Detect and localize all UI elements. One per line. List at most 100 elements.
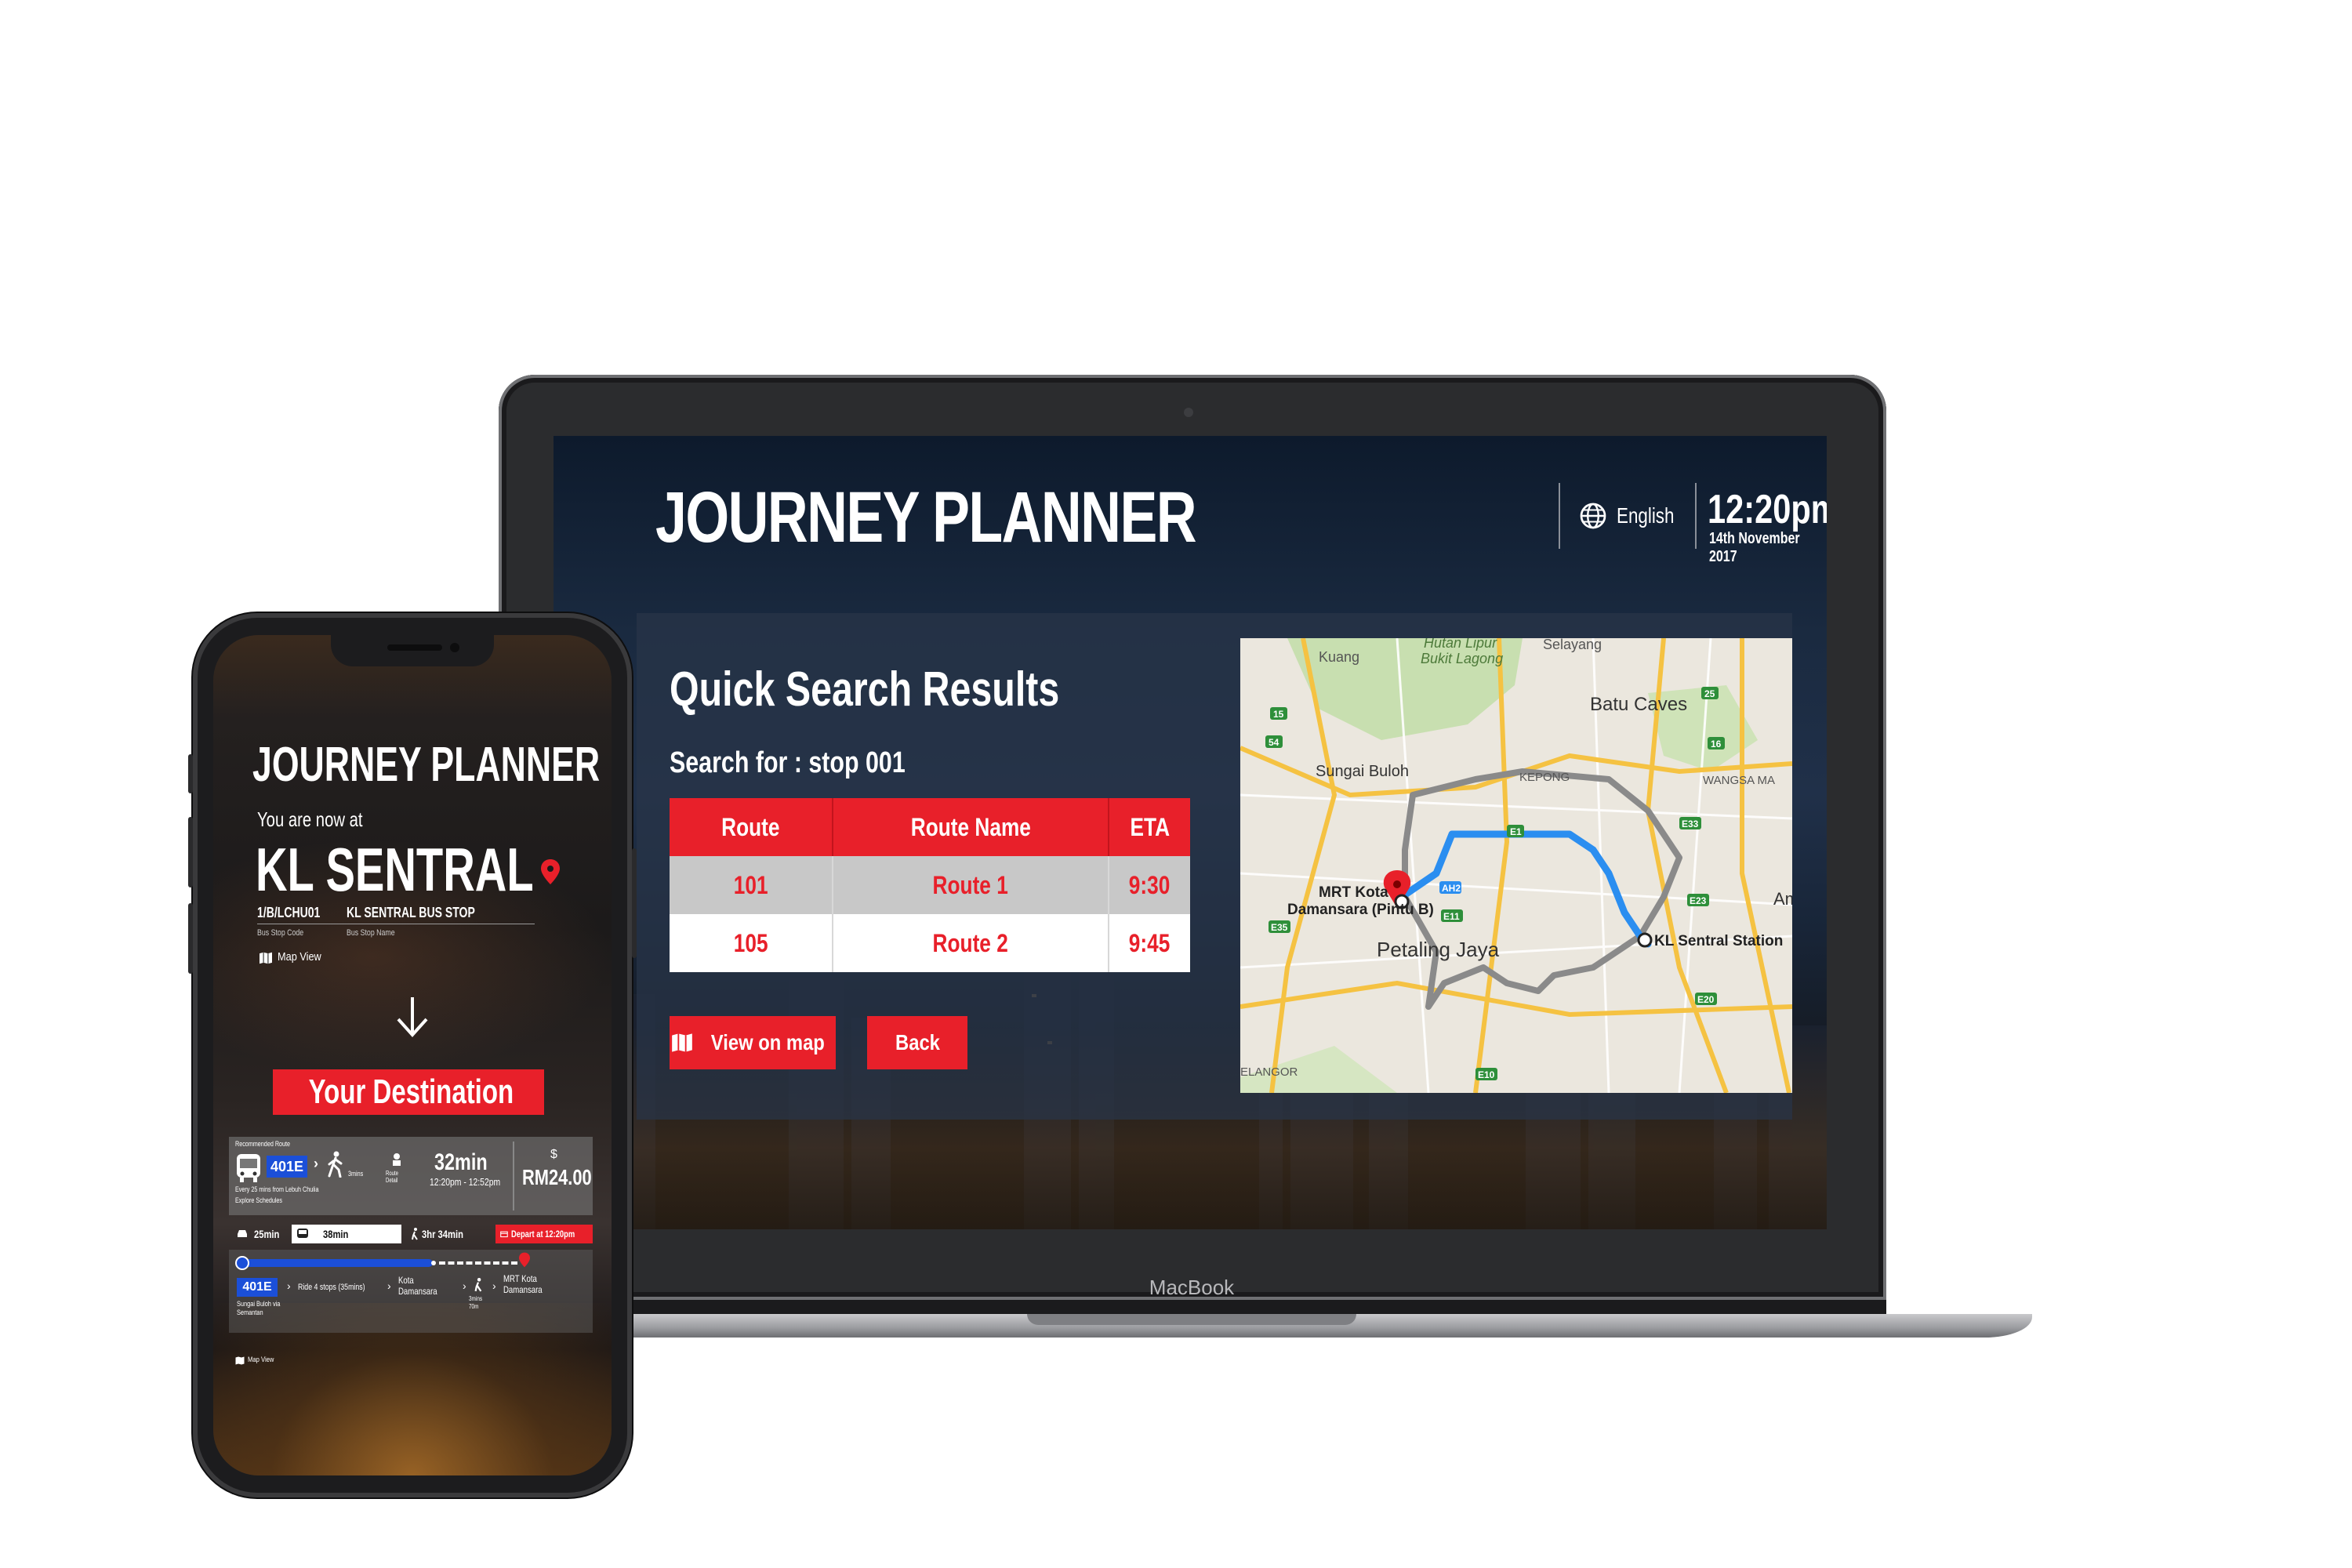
view-on-map-label: View on map xyxy=(710,1030,825,1054)
phone-side-button xyxy=(188,817,193,887)
road-shield: 16 xyxy=(1711,739,1722,750)
header-divider xyxy=(1695,483,1697,549)
bus-number-badge: 401E xyxy=(237,1278,278,1297)
route-detail-icon xyxy=(393,1153,401,1166)
footer-map-view-link[interactable]: Map View xyxy=(248,1356,274,1363)
car-duration[interactable]: 25min xyxy=(254,1228,279,1240)
calendar-icon xyxy=(500,1231,508,1238)
current-date: 14th November 2017 xyxy=(1709,530,1800,565)
globe-icon[interactable] xyxy=(1579,502,1607,530)
phone-device: JOURNEY PLANNER You are now at KL SENTRA… xyxy=(188,613,637,1497)
camera-icon xyxy=(1184,408,1193,417)
trip-fare: RM24.00 xyxy=(522,1165,592,1189)
destination-label: Your Destination xyxy=(308,1073,514,1111)
map-icon xyxy=(671,1033,692,1052)
kl-sentral-marker-icon xyxy=(1637,932,1653,948)
map-label: KEPONG xyxy=(1519,771,1570,784)
bus-icon xyxy=(297,1229,308,1238)
back-label: Back xyxy=(895,1030,940,1054)
bus-icon xyxy=(237,1154,260,1182)
map-view-link[interactable]: Map View xyxy=(278,950,321,964)
map-label: Sungai Buloh xyxy=(1316,763,1409,780)
route-name: Route 1 xyxy=(833,856,1109,914)
road-shield: 25 xyxy=(1704,688,1715,699)
walking-icon xyxy=(328,1151,343,1178)
laptop-opening-notch xyxy=(1027,1314,1356,1325)
road-shield: E33 xyxy=(1682,818,1699,829)
explore-schedules-link[interactable]: Explore Schedules xyxy=(235,1196,282,1204)
car-icon[interactable] xyxy=(237,1229,248,1239)
chevron-right-icon: › xyxy=(314,1156,318,1171)
bus-duration[interactable]: 38min xyxy=(323,1228,348,1240)
map-label: Damansara (Pintu B) xyxy=(1287,902,1434,918)
route-map[interactable]: Kuang Hutan Lipur Bukit Lagong Selayang … xyxy=(1240,638,1792,1093)
map-canvas[interactable]: Kuang Hutan Lipur Bukit Lagong Selayang … xyxy=(1240,638,1792,1093)
recommended-label: Recommended Route xyxy=(235,1140,291,1148)
chevron-right-icon: › xyxy=(463,1279,466,1292)
route-name: Route 2 xyxy=(833,914,1109,972)
walking-icon xyxy=(474,1278,482,1292)
depart-time-button[interactable]: Depart at 12:20pm xyxy=(495,1225,593,1243)
column-header-route: Route xyxy=(670,798,833,856)
phone-side-button xyxy=(188,754,193,793)
phone-side-button xyxy=(632,848,637,958)
start-marker-icon xyxy=(235,1256,249,1270)
phone-notch xyxy=(331,635,494,666)
transfer-stop: Kota Damansara xyxy=(398,1275,437,1297)
map-label: WANGSA MA xyxy=(1703,774,1775,787)
map-icon[interactable] xyxy=(235,1356,245,1365)
route-detail-link[interactable]: Route Detail xyxy=(386,1170,409,1184)
walking-icon xyxy=(412,1228,418,1240)
map-label: Petaling Jaya xyxy=(1377,938,1500,961)
walk-segment-bar xyxy=(439,1261,517,1265)
map-label: Bukit Lagong xyxy=(1421,651,1503,666)
bus-number-badge: 401E xyxy=(267,1156,307,1178)
table-header: Route Route Name ETA xyxy=(670,798,1190,856)
road-shield: E1 xyxy=(1510,826,1522,837)
laptop-screen: JOURNEY PLANNER English 12:20pm 14th Nov… xyxy=(554,436,1827,1229)
route-eta: 9:45 xyxy=(1109,914,1190,972)
bus-stop-name: KL SENTRAL BUS STOP xyxy=(347,905,475,920)
route-eta: 9:30 xyxy=(1109,856,1190,914)
language-selector[interactable]: English xyxy=(1617,503,1674,528)
map-label: Batu Caves xyxy=(1590,694,1687,715)
phone-screen: JOURNEY PLANNER You are now at KL SENTRA… xyxy=(213,635,612,1475)
recommended-route-card[interactable]: Recommended Route 401E › Every 25 mins f… xyxy=(229,1137,593,1215)
app-title: JOURNEY PLANNER xyxy=(655,477,1197,557)
road-shield: 15 xyxy=(1273,709,1284,720)
walk-duration: 3mins xyxy=(348,1170,364,1178)
destination-pin-icon xyxy=(519,1252,530,1268)
map-label: MRT Kota xyxy=(1319,884,1388,901)
map-label: ELANGOR xyxy=(1240,1065,1298,1079)
header-divider xyxy=(1559,483,1560,549)
frequency-text: Every 25 mins from Lebuh Chulia xyxy=(235,1185,319,1193)
walk-total-duration[interactable]: 3hr 34min xyxy=(422,1228,463,1240)
currency-symbol: $ xyxy=(550,1148,557,1161)
trip-duration: 32min xyxy=(434,1149,488,1175)
bus-segment-bar xyxy=(237,1259,433,1267)
table-row[interactable]: 105 Route 2 9:45 xyxy=(670,914,1190,972)
trip-time-range: 12:20pm - 12:52pm xyxy=(430,1176,501,1188)
road-shield: E10 xyxy=(1478,1069,1495,1080)
route-number: 101 xyxy=(670,856,833,914)
road-shield: 54 xyxy=(1269,737,1279,748)
view-on-map-button[interactable]: View on map xyxy=(670,1016,836,1069)
current-station: KL SENTRAL xyxy=(256,835,534,904)
final-destination: MRT Kota Damansara xyxy=(503,1273,543,1295)
map-label: Kuang xyxy=(1319,649,1359,665)
chevron-right-icon: › xyxy=(492,1279,496,1292)
journey-detail-card[interactable]: 401E Sungai Buloh via Semantan › Ride 4 … xyxy=(229,1250,593,1333)
location-pin-icon[interactable] xyxy=(541,859,560,884)
walk-info: 3mins 70m xyxy=(469,1295,483,1310)
map-icon[interactable] xyxy=(259,952,273,964)
map-label: Hutan Lipur xyxy=(1424,638,1497,651)
destination-button[interactable]: Your Destination xyxy=(273,1069,544,1115)
back-button[interactable]: Back xyxy=(867,1016,967,1069)
table-row[interactable]: 101 Route 1 9:30 xyxy=(670,856,1190,914)
map-label: Selayang xyxy=(1543,638,1602,652)
chevron-right-icon: › xyxy=(387,1279,391,1292)
column-header-eta: ETA xyxy=(1109,798,1190,856)
arrow-down-icon xyxy=(397,997,428,1037)
card-divider xyxy=(513,1142,514,1210)
bus-stop-code-label: Bus Stop Code xyxy=(257,928,304,938)
